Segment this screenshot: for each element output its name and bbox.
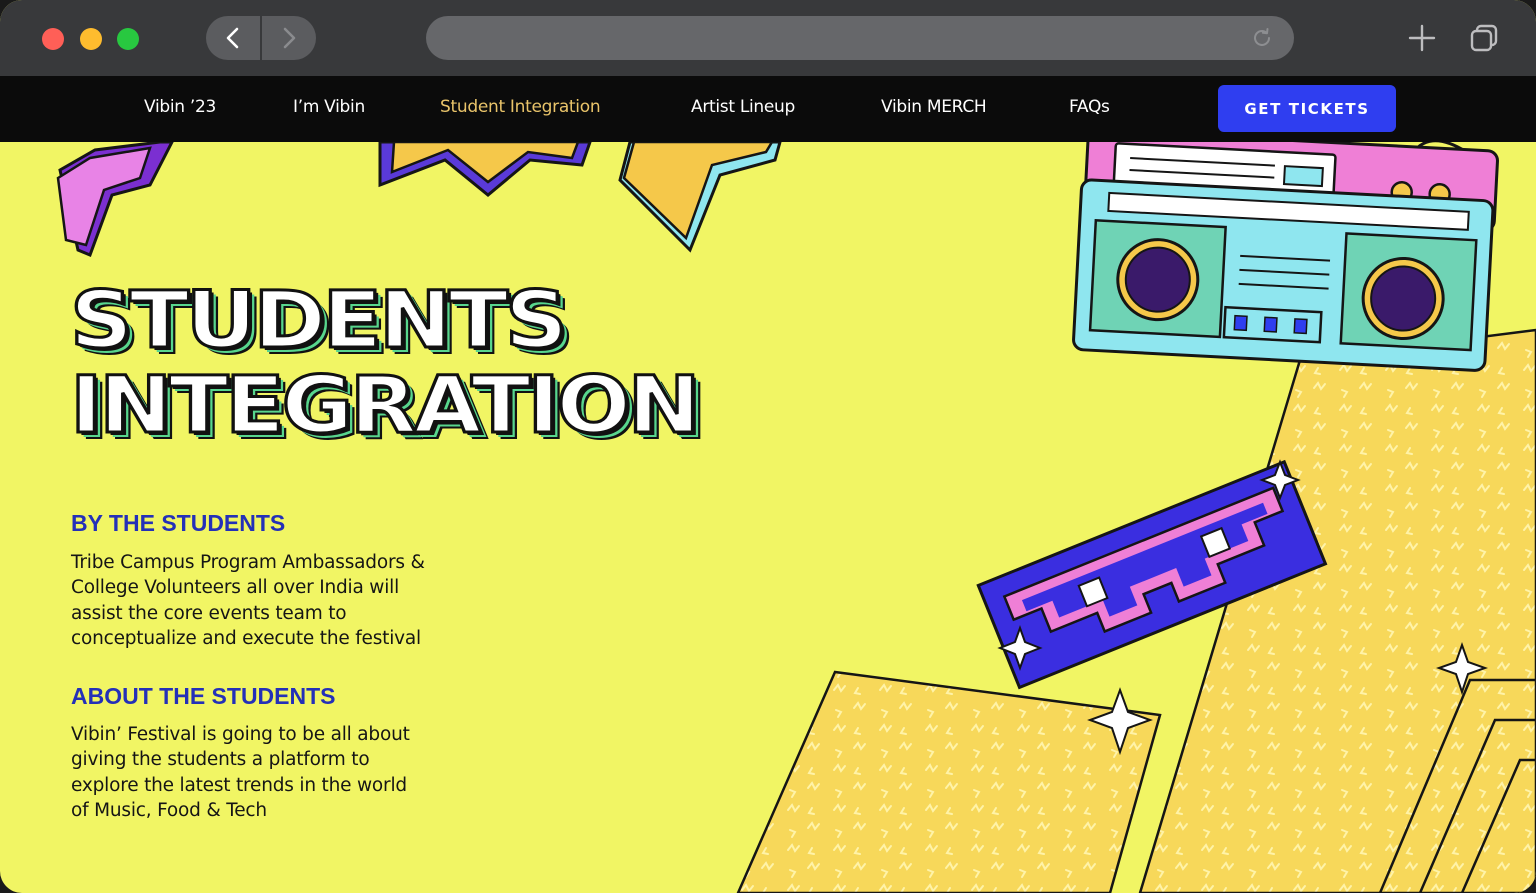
nav-link-im-vibin[interactable]: I’m Vibin: [293, 97, 365, 117]
reload-icon[interactable]: [1250, 26, 1274, 50]
browser-toolbar: [0, 0, 1536, 76]
body-line: Tribe Campus Program Ambassadors &: [71, 552, 425, 573]
site-navigation: Vibin ’23 I’m Vibin Student Integration …: [0, 76, 1536, 142]
section-heading-about-the-students: ABOUT THE STUDENTS: [71, 683, 336, 709]
chevron-right-icon: [283, 27, 296, 49]
nav-link-student-integration[interactable]: Student Integration: [440, 97, 601, 117]
address-bar[interactable]: [426, 16, 1294, 60]
forward-button[interactable]: [262, 16, 316, 60]
minimize-window-button[interactable]: [80, 28, 102, 50]
back-button[interactable]: [206, 16, 260, 60]
maximize-window-button[interactable]: [117, 28, 139, 50]
nav-link-vibin-merch[interactable]: Vibin MERCH: [881, 97, 987, 117]
hero-title-line-1: STUDENTS: [68, 276, 569, 366]
section-heading-by-the-students: BY THE STUDENTS: [71, 510, 286, 536]
section-body-by-the-students: Tribe Campus Program Ambassadors & Colle…: [71, 550, 471, 651]
body-line: giving the students a platform to: [71, 749, 370, 771]
body-line: of Music, Food & Tech: [71, 799, 267, 821]
zigzag-shape-center: [378, 142, 592, 197]
get-tickets-button[interactable]: GET TICKETS: [1218, 85, 1396, 132]
nav-link-artist-lineup[interactable]: Artist Lineup: [691, 97, 795, 117]
body-line: conceptualize and execute the festival: [71, 627, 421, 649]
zigzag-shape-left: [56, 142, 174, 257]
tabs-icon[interactable]: [1468, 22, 1500, 54]
history-nav: [206, 16, 316, 60]
boombox-illustration: [1072, 142, 1499, 372]
plus-icon[interactable]: [1406, 22, 1438, 54]
close-window-button[interactable]: [42, 28, 64, 50]
body-line: College Volunteers all over India will: [71, 577, 400, 599]
browser-window: Vibin ’23 I’m Vibin Student Integration …: [0, 0, 1536, 893]
body-line: Vibin’ Festival is going to be all about: [71, 724, 410, 745]
hero-title-line-2: INTEGRATION: [68, 361, 702, 451]
body-line: assist the core events team to: [71, 602, 347, 624]
zigzag-shape-right: [618, 142, 782, 253]
chevron-left-icon: [226, 27, 239, 49]
nav-link-faqs[interactable]: FAQs: [1069, 97, 1110, 117]
body-line: explore the latest trends in the world: [71, 774, 407, 796]
section-body-about-the-students: Vibin’ Festival is going to be all about…: [71, 722, 471, 823]
nav-link-vibin-23[interactable]: Vibin ’23: [144, 97, 216, 117]
